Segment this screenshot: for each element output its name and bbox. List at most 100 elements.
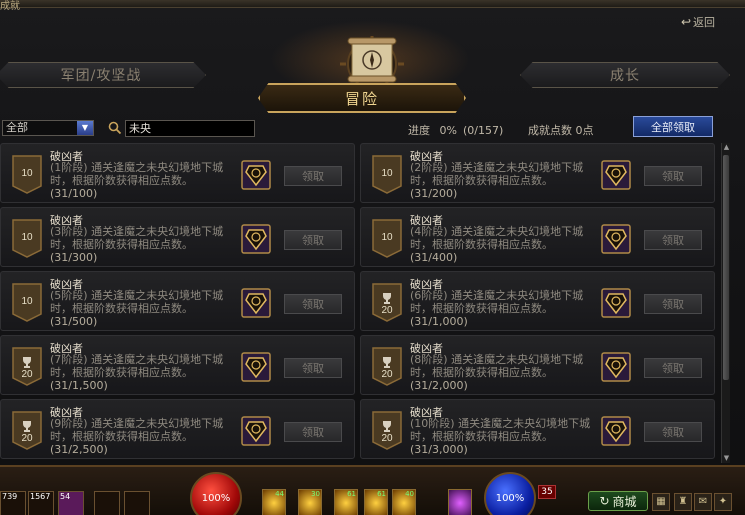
claim-button[interactable]: 领取 <box>644 358 702 378</box>
achievement-desc: (3阶段) 通关逢魔之未央幻境地下城时，根据阶数获得相应点数。 <box>50 225 224 251</box>
search-input[interactable]: 未央 <box>125 120 255 137</box>
claim-button[interactable]: 领取 <box>644 294 702 314</box>
hp-orb: 100% <box>190 472 242 515</box>
achievement-desc: (4阶段) 通关逢魔之未央幻境地下城时，根据阶数获得相应点数。 <box>410 225 584 251</box>
mp-orb: 100% <box>484 472 536 515</box>
tab-growth[interactable]: 成长 <box>520 62 730 88</box>
badge-points: 10 <box>381 168 393 179</box>
achievement-desc: (7阶段) 通关逢魔之未央幻境地下城时，根据阶数获得相应点数。 <box>50 353 224 379</box>
shield-badge-icon: 10 <box>11 218 43 258</box>
achievement-card: 10 破凶者 (1阶段) 通关逢魔之未央幻境地下城时，根据阶数获得相应点数。 (31/… <box>0 143 355 203</box>
claim-all-button[interactable]: 全部领取 <box>633 116 713 137</box>
badge-points: 20 <box>381 305 393 316</box>
achievement-progress: (31/200) <box>410 187 458 200</box>
game-hud: 739 1567 54 100% 44 30 61 61 40 100% 35 … <box>0 465 745 515</box>
armor-icon[interactable] <box>124 491 150 515</box>
trophy-badge-icon: 20 <box>11 346 43 386</box>
badge-points: 10 <box>21 232 33 243</box>
skill-slot[interactable]: 30 <box>298 489 322 515</box>
shield-badge-icon: 10 <box>371 218 403 258</box>
category-value: 全部 <box>6 121 28 134</box>
reward-emblem-icon[interactable] <box>601 224 631 254</box>
claim-button[interactable]: 领取 <box>284 230 342 250</box>
settings-icon[interactable]: ✦ <box>714 493 732 511</box>
back-label: 返回 <box>693 16 715 29</box>
achievement-card: 10 破凶者 (5阶段) 通关逢魔之未央幻境地下城时，根据阶数获得相应点数。 (31/… <box>0 271 355 331</box>
skill-slot[interactable]: 61 <box>364 489 388 515</box>
achievement-card: 20 破凶者 (8阶段) 通关逢魔之未央幻境地下城时，根据阶数获得相应点数。 (31/… <box>360 335 715 395</box>
progress-count: (0/157) <box>462 124 504 137</box>
achievement-progress: (31/300) <box>50 251 98 264</box>
trophy-badge-icon: 20 <box>11 410 43 450</box>
mp-percent: 100% <box>495 492 525 504</box>
inventory-slot[interactable]: 54 <box>58 491 84 515</box>
achievement-progress: (31/1,500) <box>50 379 108 392</box>
inventory-slot[interactable]: 1567 <box>28 491 54 515</box>
scroll-compass-icon <box>340 36 404 89</box>
claim-button[interactable]: 领取 <box>644 230 702 250</box>
back-button[interactable]: ↩ 返回 <box>681 14 715 30</box>
shop-button[interactable]: ↻ 商城 <box>588 491 648 511</box>
reward-emblem-icon[interactable] <box>601 160 631 190</box>
reward-emblem-icon[interactable] <box>241 224 271 254</box>
progress-label: 进度 <box>408 124 430 137</box>
achievement-desc: (1阶段) 通关逢魔之未央幻境地下城时，根据阶数获得相应点数。 <box>50 161 224 187</box>
claim-button[interactable]: 领取 <box>284 358 342 378</box>
skill-slot[interactable] <box>448 489 472 515</box>
reward-emblem-icon[interactable] <box>601 288 631 318</box>
scrollbar[interactable]: ▲ ▼ <box>721 143 730 463</box>
achievement-desc: (8阶段) 通关逢魔之未央幻境地下城时，根据阶数获得相应点数。 <box>410 353 584 379</box>
return-arrow-icon: ↩ <box>680 15 691 29</box>
progress-percent: 0% <box>439 124 457 137</box>
claim-button[interactable]: 领取 <box>644 166 702 186</box>
achievement-card: 10 破凶者 (4阶段) 通关逢魔之未央幻境地下城时，根据阶数获得相应点数。 (31/… <box>360 207 715 267</box>
character-icon[interactable]: ♜ <box>674 493 692 511</box>
reward-emblem-icon[interactable] <box>241 288 271 318</box>
skill-slot[interactable]: 61 <box>334 489 358 515</box>
achievement-desc: (10阶段) 通关逢魔之未央幻境地下城时，根据阶数获得相应点数。 <box>410 417 591 443</box>
achievement-desc: (9阶段) 通关逢魔之未央幻境地下城时，根据阶数获得相应点数。 <box>50 417 224 443</box>
claim-button[interactable]: 领取 <box>284 166 342 186</box>
shop-label: 商城 <box>612 494 637 509</box>
tab-legion[interactable]: 军团/攻坚战 <box>0 62 206 88</box>
achievement-window: 成就 ↩ 返回 军团/攻坚战 成长 冒险 全部 ▼ 未央 进度 0% (0/157… <box>0 0 745 515</box>
reward-emblem-icon[interactable] <box>241 352 271 382</box>
badge-points: 20 <box>381 433 393 444</box>
achievement-card: 20 破凶者 (9阶段) 通关逢魔之未央幻境地下城时，根据阶数获得相应点数。 (31/… <box>0 399 355 459</box>
achievement-progress: (31/100) <box>50 187 98 200</box>
badge-points: 10 <box>381 232 393 243</box>
claim-button[interactable]: 领取 <box>644 422 702 442</box>
achievement-progress: (31/2,000) <box>410 379 468 392</box>
achievement-card: 20 破凶者 (10阶段) 通关逢魔之未央幻境地下城时，根据阶数获得相应点数。 (31… <box>360 399 715 459</box>
reward-emblem-icon[interactable] <box>241 416 271 446</box>
skill-slot[interactable]: 40 <box>392 489 416 515</box>
window-titlebar: 成就 <box>0 0 745 12</box>
scroll-thumb[interactable] <box>723 155 729 380</box>
claim-button[interactable]: 领取 <box>284 294 342 314</box>
helmet-icon[interactable] <box>94 491 120 515</box>
reward-emblem-icon[interactable] <box>241 160 271 190</box>
badge-points: 20 <box>21 369 33 380</box>
category-select[interactable]: 全部 ▼ <box>2 120 94 136</box>
reward-emblem-icon[interactable] <box>601 352 631 382</box>
trophy-badge-icon: 20 <box>371 346 403 386</box>
inventory-slot[interactable]: 739 <box>0 491 26 515</box>
tab-adventure[interactable]: 冒险 <box>258 83 466 113</box>
reward-emblem-icon[interactable] <box>601 416 631 446</box>
points-value: 0点 <box>575 124 594 137</box>
mail-icon[interactable]: ✉ <box>694 493 712 511</box>
achievement-progress: (31/500) <box>50 315 98 328</box>
skill-slot[interactable]: 44 <box>262 489 286 515</box>
claim-button[interactable]: 领取 <box>284 422 342 442</box>
level-badge: 35 <box>538 485 556 499</box>
progress-text: 进度 0% (0/157) <box>408 122 509 138</box>
chevron-down-icon[interactable]: ▼ <box>77 121 93 135</box>
search-icon <box>108 121 122 135</box>
points-text: 成就点数 0点 <box>528 122 594 138</box>
scroll-down-icon[interactable]: ▼ <box>722 454 731 463</box>
scroll-up-icon[interactable]: ▲ <box>722 143 731 152</box>
trophy-badge-icon: 20 <box>371 282 403 322</box>
achievement-card: 20 破凶者 (7阶段) 通关逢魔之未央幻境地下城时，根据阶数获得相应点数。 (31/… <box>0 335 355 395</box>
grid-menu-icon[interactable]: ▦ <box>652 493 670 511</box>
window-title: 成就 <box>0 1 20 12</box>
